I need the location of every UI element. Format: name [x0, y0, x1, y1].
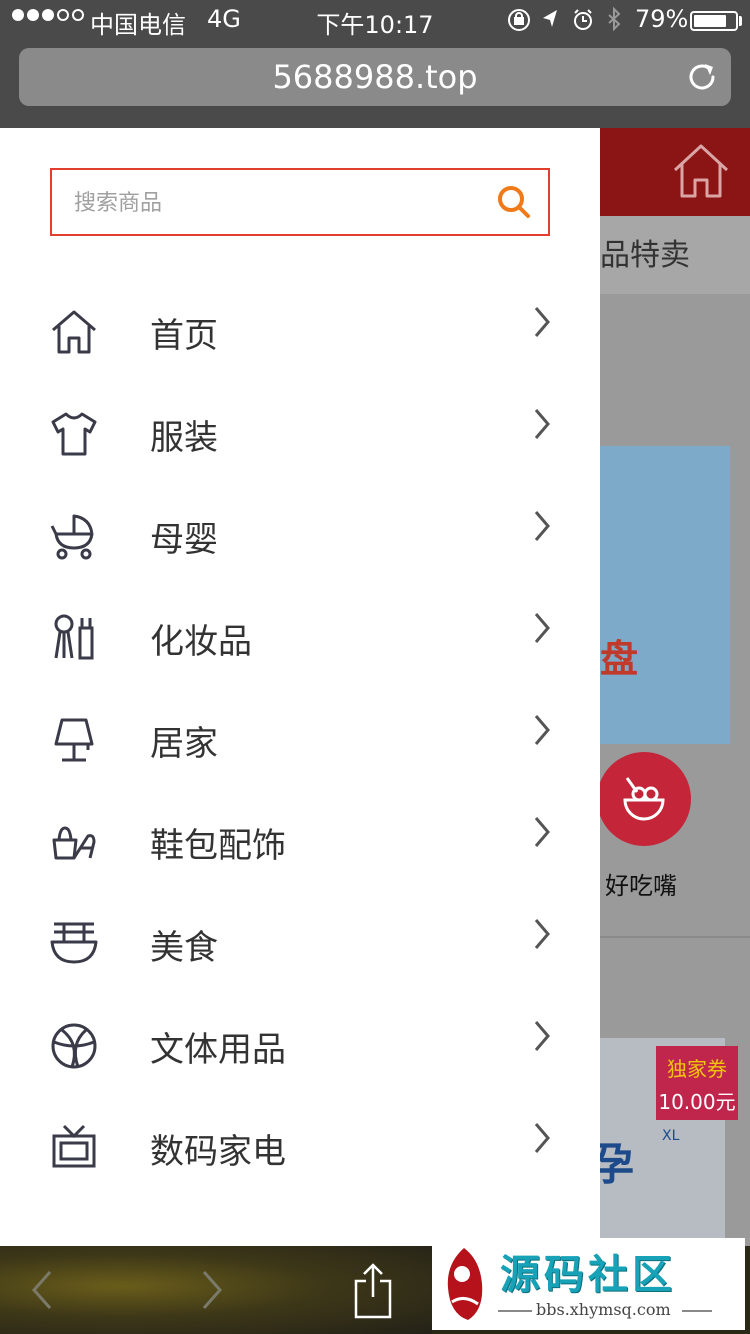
battery-icon: [690, 11, 738, 31]
coupon-value: 10.00元: [658, 1090, 736, 1114]
watermark-rule: [498, 1310, 532, 1312]
side-menu-drawer: 首页 服装 母婴 化妆品 居家: [0, 128, 600, 1246]
chevron-right-icon: [534, 409, 550, 439]
watermark: 源码社区 bbs.xhymsq.com: [432, 1238, 745, 1330]
menu-item-clothing[interactable]: 服装: [0, 400, 600, 502]
chevron-right-icon: [534, 1123, 550, 1153]
menu-item-label: 美食: [150, 928, 218, 968]
menu-item-shoes-bags[interactable]: 鞋包配饰: [0, 808, 600, 910]
chevron-right-icon: [534, 919, 550, 949]
coupon-title: 独家券: [667, 1057, 727, 1081]
url-bar[interactable]: 5688988.top: [19, 48, 731, 106]
background-page: 品特卖 盘 好吃嘴 孕 XL 独家券 10.00元: [600, 128, 750, 1246]
coupon-badge[interactable]: 独家券 10.00元: [656, 1046, 738, 1120]
bluetooth-icon: [608, 6, 621, 32]
food-bowl-icon: [623, 777, 665, 821]
back-chevron-icon[interactable]: [28, 1268, 56, 1312]
menu-item-label: 首页: [150, 316, 218, 356]
status-icons: [508, 6, 621, 32]
menu-item-label: 居家: [150, 724, 218, 764]
chevron-right-icon: [534, 715, 550, 745]
basketball-icon: [51, 1023, 97, 1069]
chevron-right-icon: [534, 307, 550, 337]
promo-banner[interactable]: [600, 446, 730, 744]
home-icon[interactable]: [670, 140, 732, 202]
status-bar: 中国电信 4G 下午10:17 79%: [0, 0, 750, 42]
reload-icon[interactable]: [683, 58, 721, 96]
url-text[interactable]: 5688988.top: [19, 58, 731, 96]
menu-item-cosmetics[interactable]: 化妆品: [0, 604, 600, 706]
chevron-right-icon: [534, 511, 550, 541]
category-label[interactable]: 好吃嘴: [605, 866, 677, 901]
location-arrow-icon: [543, 10, 557, 27]
search-box[interactable]: [50, 168, 550, 236]
search-input[interactable]: [72, 170, 496, 236]
share-icon[interactable]: [352, 1261, 394, 1321]
menu-item-label: 服装: [150, 418, 218, 458]
chevron-right-icon: [534, 1021, 550, 1051]
menu-item-electronics[interactable]: 数码家电: [0, 1114, 600, 1216]
snack-category-icon[interactable]: [600, 752, 691, 846]
browser-chrome: 中国电信 4G 下午10:17 79% 5688988.top: [0, 0, 750, 128]
alarm-icon: [574, 9, 592, 30]
orientation-lock-icon: [508, 9, 530, 31]
menu-item-label: 鞋包配饰: [150, 826, 286, 866]
menu-item-label: 文体用品: [150, 1030, 286, 1070]
food-bowl-icon: [50, 922, 98, 964]
chevron-right-icon: [534, 817, 550, 847]
tshirt-icon: [51, 412, 97, 456]
battery-fill: [694, 15, 726, 27]
banner-text: 盘: [600, 637, 639, 681]
battery-tip: [739, 16, 742, 26]
watermark-title: 源码社区: [500, 1252, 676, 1298]
menu-item-label: 母婴: [150, 520, 218, 560]
menu-item-home[interactable]: 首页: [0, 298, 600, 400]
divider: [600, 936, 750, 938]
menu-item-home-living[interactable]: 居家: [0, 706, 600, 808]
lamp-icon: [54, 718, 94, 762]
watermark-rule: [682, 1310, 712, 1312]
tab-label[interactable]: 品特卖: [600, 230, 690, 274]
menu-item-baby[interactable]: 母婴: [0, 502, 600, 604]
watermark-logo: [447, 1248, 483, 1320]
watermark-url: bbs.xhymsq.com: [536, 1300, 671, 1319]
menu-item-sports-stationery[interactable]: 文体用品: [0, 1012, 600, 1114]
menu-item-label: 化妆品: [150, 622, 252, 662]
search-icon[interactable]: [496, 184, 532, 220]
stroller-icon: [50, 514, 94, 560]
cosmetics-icon: [54, 614, 94, 660]
forward-chevron-icon[interactable]: [198, 1268, 226, 1312]
product-size-text: XL: [662, 1128, 680, 1144]
menu-item-food[interactable]: 美食: [0, 910, 600, 1012]
chevron-right-icon: [534, 613, 550, 643]
tv-icon: [52, 1124, 96, 1168]
battery-percent: 79%: [635, 5, 689, 33]
menu-item-label: 数码家电: [150, 1132, 286, 1172]
home-icon: [52, 310, 96, 354]
product-logo-text: 孕: [600, 1139, 634, 1190]
bag-shoe-icon: [52, 826, 96, 860]
